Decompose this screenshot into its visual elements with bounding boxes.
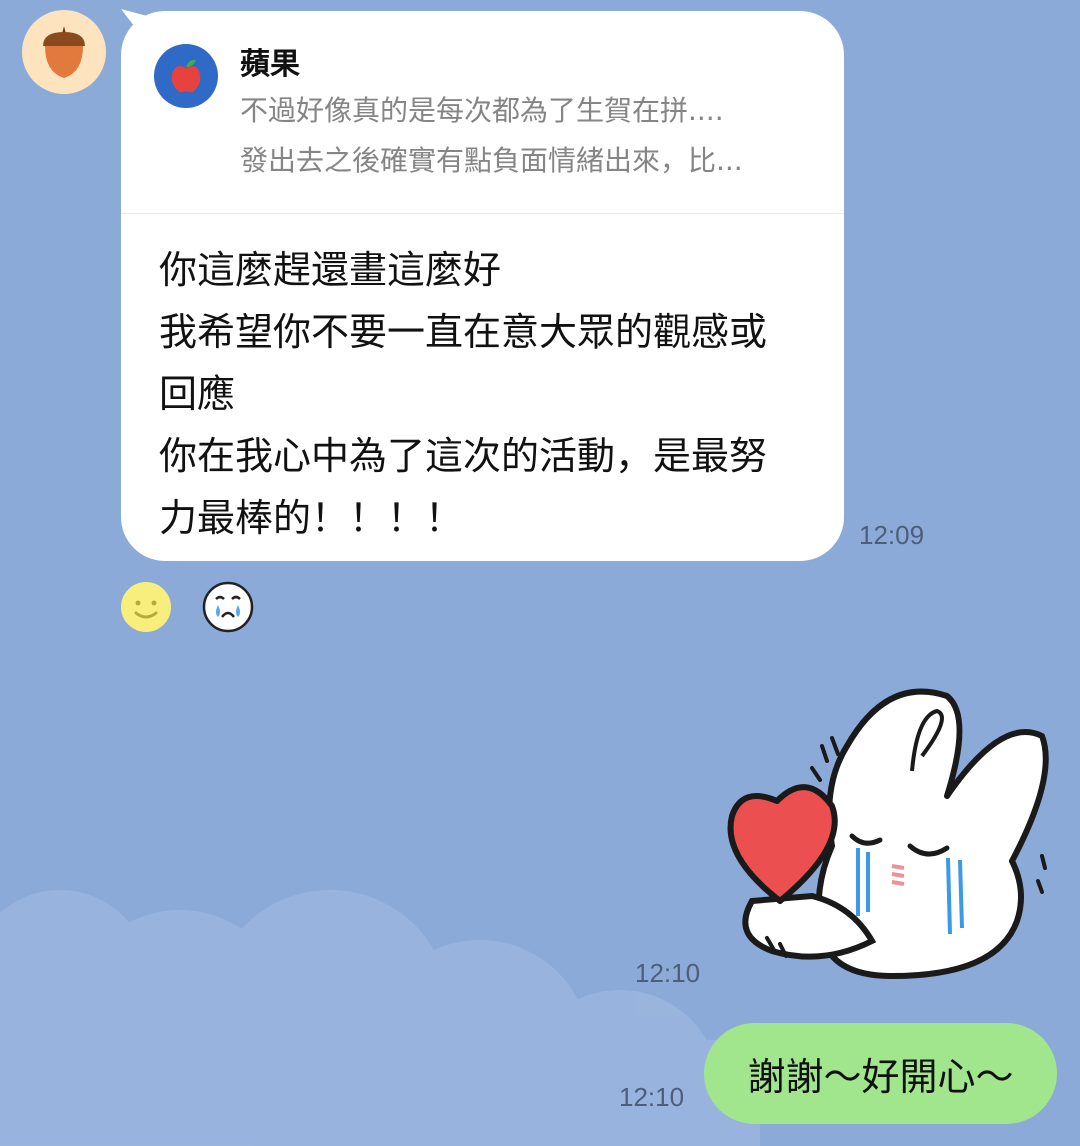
reply-preview-text: 發出去之後確實有點負面情緒出來，比...	[240, 144, 743, 177]
apple-icon	[171, 59, 201, 93]
message-line: 你在我心中為了這次的活動，是最努	[159, 434, 768, 478]
message-line: 你這麼趕還畫這麼好	[159, 248, 502, 292]
message-line: 我希望你不要一直在意大眾的觀感或	[159, 310, 768, 354]
reaction-crying[interactable]	[202, 581, 254, 633]
smile-emoji-icon	[121, 582, 171, 632]
sender-avatar[interactable]	[22, 10, 106, 94]
message-text: 你這麼趕還畫這麼好 我希望你不要一直在意大眾的觀感或 回應 你在我心中為了這次的…	[159, 239, 819, 549]
message-line: 回應	[159, 372, 236, 416]
sticker-crying-bunny[interactable]	[712, 676, 1062, 991]
message-timestamp: 12:09	[859, 520, 925, 550]
outgoing-message-bubble[interactable]: 謝謝～好開心～	[704, 1023, 1057, 1124]
outgoing-timestamp: 12:10	[619, 1082, 685, 1112]
reply-preview-text: 不過好像真的是每次都為了生賀在拼....	[240, 94, 724, 127]
acorn-icon	[43, 26, 85, 78]
reply-sender-name: 蘋果	[240, 47, 300, 82]
sticker-timestamp: 12:10	[635, 958, 701, 988]
reaction-smile[interactable]	[120, 581, 172, 633]
incoming-message-bubble[interactable]: 蘋果 不過好像真的是每次都為了生賀在拼.... 發出去之後確實有點負面情緒出來，…	[121, 9, 844, 561]
message-line: 力最棒的！！！！	[159, 496, 464, 540]
crying-emoji-icon	[202, 581, 254, 633]
reply-avatar	[154, 44, 218, 108]
reply-preview[interactable]: 蘋果 不過好像真的是每次都為了生賀在拼.... 發出去之後確實有點負面情緒出來，…	[121, 11, 844, 214]
